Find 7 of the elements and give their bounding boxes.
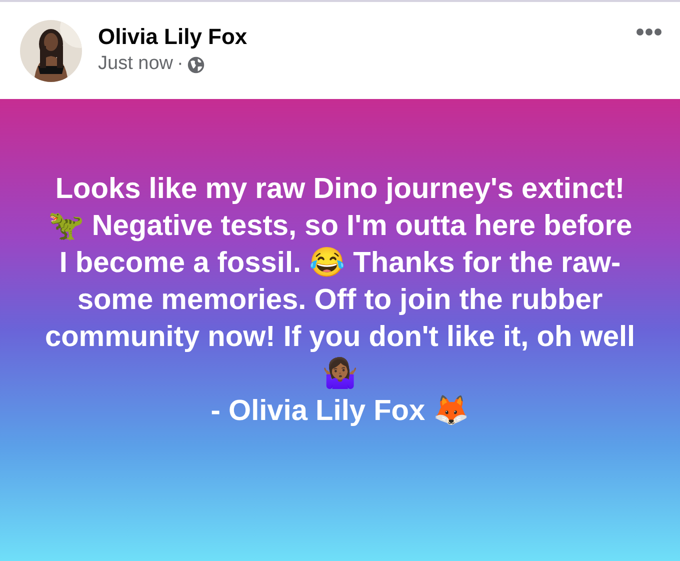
- post-time[interactable]: Just now: [98, 50, 173, 79]
- more-options-icon[interactable]: [636, 28, 662, 36]
- separator: ·: [176, 52, 184, 76]
- author-name[interactable]: Olivia Lily Fox: [98, 24, 248, 50]
- globe-icon: [187, 56, 206, 74]
- post-text: Looks like my raw Dino journey's extinct! 🦖 Negative tests, so I'm outta here before I become a fossil. 😂 Thanks for the raw-some memories. Off to join the rubber community now! If you don't like it, oh well 🤷🏾‍♀: [44, 172, 636, 392]
- post-signature: - Olivia Lily Fox 🦊: [210, 394, 470, 429]
